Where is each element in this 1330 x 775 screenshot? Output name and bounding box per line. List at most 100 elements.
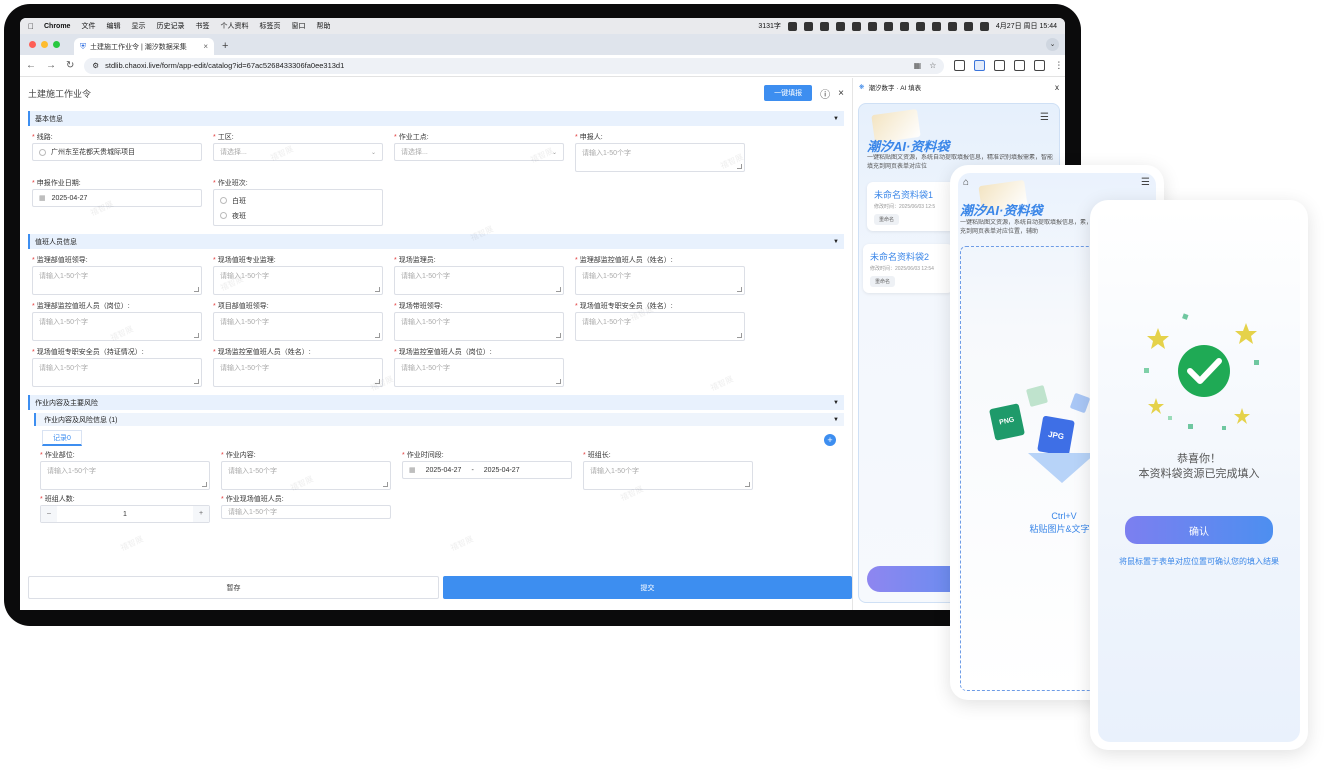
- menu-window[interactable]: 窗口: [291, 21, 305, 31]
- translate-icon[interactable]: ▦: [914, 61, 922, 70]
- tray-icon-2[interactable]: [851, 21, 861, 31]
- more-menu-icon[interactable]: ⋮: [1054, 60, 1063, 71]
- duty-field: * 现场值班专职安全员（姓名）: 请输入1-50个字: [575, 295, 745, 341]
- duty-input[interactable]: 请输入1-50个字: [213, 358, 383, 387]
- control-center-icon[interactable]: [979, 21, 989, 31]
- site-select[interactable]: 请选择... ⌄: [394, 143, 564, 161]
- menu-icon[interactable]: ☰: [1141, 177, 1150, 188]
- duty-input[interactable]: 请输入1-50个字: [394, 358, 564, 387]
- close-icon[interactable]: x: [1055, 83, 1059, 92]
- duty-input[interactable]: 请输入1-50个字: [213, 266, 383, 295]
- profile-icon[interactable]: [1034, 60, 1046, 71]
- work-time-range-picker[interactable]: ▦ 2025-04-27 - 2025-04-27: [402, 461, 572, 479]
- phone-screen: 恭喜你！ 本资料袋资源已完成填入 确认 将鼠标置于表单对应位置可确认您的填入结果: [1098, 208, 1300, 742]
- input-method-icon[interactable]: [819, 21, 829, 31]
- back-icon[interactable]: ←: [26, 60, 36, 71]
- section-duty-info[interactable]: 值班人员信息 ▼: [28, 234, 844, 249]
- mic-icon[interactable]: [803, 21, 813, 31]
- search-icon[interactable]: [963, 21, 973, 31]
- bag-card-1[interactable]: 未命名资料袋1 修改时间：2025/06/03 12:5 重命名: [867, 182, 957, 231]
- team-count-value[interactable]: 1: [57, 511, 193, 518]
- line-select[interactable]: 广州东至花都天贵城际项目: [32, 143, 202, 161]
- apple-icon[interactable]: : [28, 22, 34, 31]
- menu-profile[interactable]: 个人资料: [220, 21, 248, 31]
- emoji-icon[interactable]: [787, 21, 797, 31]
- submit-button[interactable]: 提交: [443, 576, 852, 599]
- duty-input[interactable]: 请输入1-50个字: [32, 266, 202, 295]
- sidepanel-icon[interactable]: [1014, 60, 1026, 71]
- section-basic-info[interactable]: 基本信息 ▼: [28, 111, 844, 126]
- forward-icon[interactable]: →: [46, 60, 56, 71]
- wechat-icon[interactable]: [899, 21, 909, 31]
- bookmark-star-icon[interactable]: ☆: [929, 61, 936, 70]
- reload-icon[interactable]: ↻: [66, 60, 74, 71]
- area-select[interactable]: 请选择... ⌄: [213, 143, 383, 161]
- tab-record-0[interactable]: 记录0: [42, 430, 82, 446]
- tab-close-icon[interactable]: ×: [203, 42, 208, 51]
- battery-icon[interactable]: [931, 21, 941, 31]
- radio-night-shift[interactable]: 夜班: [220, 208, 376, 223]
- url-field[interactable]: ⚙ stdlib.chaoxi.live/form/app-edit/catal…: [84, 57, 945, 74]
- watermark-text: 禧智展: [119, 534, 145, 553]
- work-content-input[interactable]: 请输入1-50个字: [221, 461, 391, 490]
- date-value: 2025-04-27: [51, 194, 88, 202]
- menu-tabs[interactable]: 标签页: [259, 21, 280, 31]
- duty-input[interactable]: 请输入1-50个字: [575, 312, 745, 341]
- tray-icon-5[interactable]: [915, 21, 925, 31]
- menu-chrome[interactable]: Chrome: [44, 23, 70, 30]
- tab-search-icon[interactable]: ⌄: [1046, 38, 1059, 51]
- work-info-grid: * 作业部位: 请输入1-50个字 * 作业内容: 请输入1-50个字 * 作业时间段…: [28, 446, 844, 523]
- extension-chaoxi-icon[interactable]: [974, 60, 986, 71]
- new-tab-icon[interactable]: +: [222, 40, 228, 52]
- team-leader-input[interactable]: 请输入1-50个字: [583, 461, 753, 490]
- confirm-button[interactable]: 确认: [1125, 516, 1273, 544]
- extensions-puzzle-icon[interactable]: [994, 60, 1006, 71]
- clock[interactable]: 4月27日 周日 15:44: [996, 21, 1057, 31]
- menu-history[interactable]: 历史记录: [156, 21, 184, 31]
- duty-input[interactable]: 请输入1-50个字: [213, 312, 383, 341]
- work-part-input[interactable]: 请输入1-50个字: [40, 461, 210, 490]
- site-info-icon[interactable]: ⚙: [92, 61, 99, 70]
- extension-contrast-icon[interactable]: [954, 60, 966, 71]
- field-label: * 作业部位:: [40, 450, 210, 461]
- browser-tab[interactable]: ⛨ 土建施工作业令 | 潮汐数据采集 ×: [74, 38, 214, 55]
- menu-bookmarks[interactable]: 书签: [195, 21, 209, 31]
- zoom-window-button[interactable]: [53, 41, 60, 48]
- minimize-window-button[interactable]: [41, 41, 48, 48]
- close-icon[interactable]: ×: [838, 88, 844, 99]
- tray-icon-1[interactable]: [835, 21, 845, 31]
- radio-day-shift[interactable]: 白班: [220, 193, 376, 208]
- duty-input[interactable]: 请输入1-50个字: [575, 266, 745, 295]
- add-record-button[interactable]: +: [824, 434, 836, 446]
- menu-view[interactable]: 显示: [131, 21, 145, 31]
- duty-input[interactable]: 请输入1-50个字: [32, 312, 202, 341]
- duty-input[interactable]: 请输入1-50个字: [32, 358, 202, 387]
- site-staff-input[interactable]: 请输入1-50个字: [221, 505, 391, 519]
- section-work-risk[interactable]: 作业内容及主要风险 ▼: [28, 395, 844, 410]
- address-bar: ← → ↻ ⚙ stdlib.chaoxi.live/form/app-edit…: [20, 55, 1065, 77]
- menu-edit[interactable]: 编辑: [106, 21, 120, 31]
- menu-icon[interactable]: ☰: [1040, 112, 1049, 123]
- applicant-input[interactable]: 请输入1-50个字: [575, 143, 745, 172]
- decrement-button[interactable]: –: [41, 506, 57, 522]
- duty-input[interactable]: 请输入1-50个字: [394, 312, 564, 341]
- increment-button[interactable]: +: [193, 506, 209, 522]
- duty-input[interactable]: 请输入1-50个字: [394, 266, 564, 295]
- field-shift: * 作业班次: 白班 夜班: [213, 172, 383, 226]
- save-draft-button[interactable]: 暂存: [28, 576, 439, 599]
- tray-icon-3[interactable]: [867, 21, 877, 31]
- one-click-fill-button[interactable]: 一键填报: [764, 85, 813, 101]
- home-icon[interactable]: ⌂: [963, 177, 969, 188]
- info-icon[interactable]: ⓘ: [820, 86, 830, 101]
- menu-file[interactable]: 文件: [81, 21, 95, 31]
- menu-help[interactable]: 帮助: [316, 21, 330, 31]
- rename-button[interactable]: 重命名: [874, 214, 900, 225]
- bag-card-2[interactable]: 未命名资料袋2 修改时间：2025/06/03 12:54 重命名: [863, 244, 953, 293]
- date-picker[interactable]: ▦ 2025-04-27: [32, 189, 202, 207]
- tray-icon-4[interactable]: [883, 21, 893, 31]
- subsection-work-risk-info[interactable]: 作业内容及风险信息 (1) ▼: [34, 413, 844, 426]
- close-window-button[interactable]: [29, 41, 36, 48]
- wifi-icon[interactable]: [947, 21, 957, 31]
- caret-down-icon: ▼: [833, 238, 839, 245]
- rename-button[interactable]: 重命名: [870, 276, 896, 287]
